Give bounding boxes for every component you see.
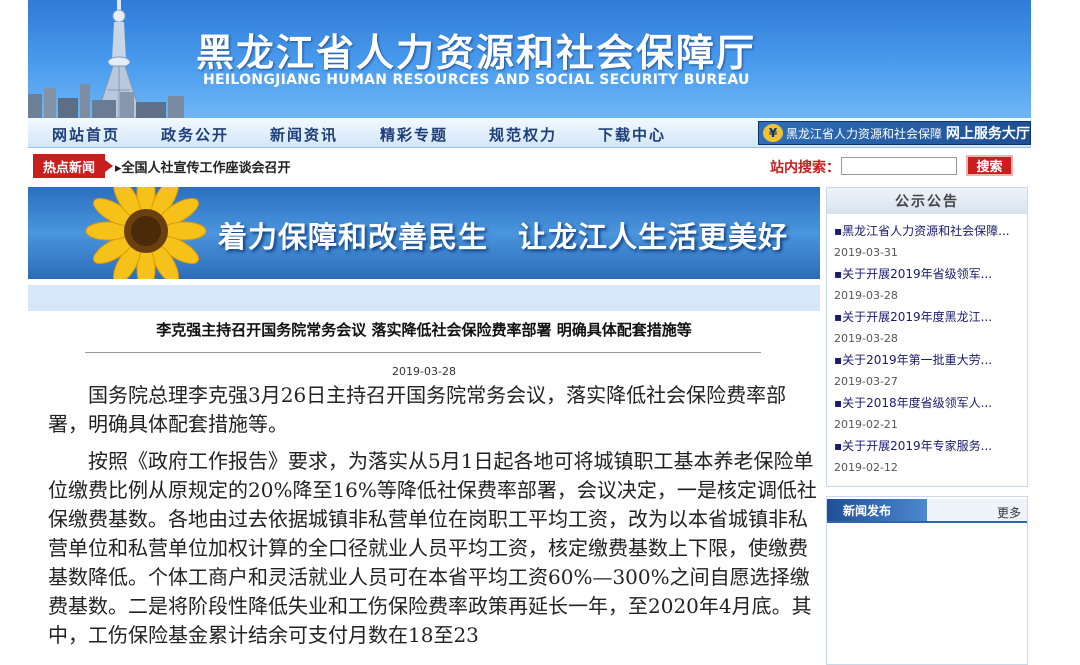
main-nav: 网站首页 政务公开 新闻资讯 精彩专题 规范权力 下载中心 ¥ 黑龙江省人力资源…: [28, 118, 1031, 148]
notice-date: 2019-03-28: [834, 332, 898, 345]
notice-item: ▪关于2019年第一批重大劳... 2019-03-27: [834, 351, 1026, 394]
notice-link[interactable]: ▪关于2019年第一批重大劳...: [834, 351, 1026, 369]
title-divider: [85, 352, 761, 353]
notice-link[interactable]: ▪关于开展2019年省级领军...: [834, 265, 1026, 283]
notice-item: ▪关于开展2019年专家服务... 2019-02-12: [834, 437, 1026, 480]
nav-government-affairs[interactable]: 政务公开: [161, 124, 229, 145]
search-label: 站内搜索：: [770, 160, 840, 176]
search-button[interactable]: 搜索: [966, 155, 1013, 176]
notice-header: 公示公告: [827, 188, 1027, 214]
notice-title: 公示公告: [895, 194, 959, 210]
online-service-hall-link[interactable]: ¥ 黑龙江省人力资源和社会保障 网上服务大厅: [758, 121, 1031, 145]
nav-download-center[interactable]: 下载中心: [598, 124, 666, 145]
notice-date: 2019-02-12: [834, 461, 898, 474]
notice-date: 2019-03-27: [834, 375, 898, 388]
service-hall-bold: 网上服务大厅: [945, 126, 1030, 142]
site-title: 黑龙江省人力资源和社会保障厅: [196, 31, 757, 75]
article-paragraph: 国务院总理李克强3月26日主持召开国务院常务会议，落实降低社会保险费率部署，明确…: [48, 383, 787, 436]
service-hall-label: 黑龙江省人力资源和社会保障 网上服务大厅: [786, 123, 1030, 143]
notice-list: ▪黑龙江省人力资源和社会保障... 2019-03-31 ▪关于开展2019年省…: [834, 222, 1026, 480]
news-release-tab[interactable]: 新闻发布: [827, 499, 927, 521]
notice-date: 2019-03-28: [834, 289, 898, 302]
article-header-bar: [28, 285, 820, 311]
notice-item: ▪关于2018年度省级领军人... 2019-02-21: [834, 394, 1026, 437]
nav-home[interactable]: 网站首页: [52, 124, 120, 145]
page-root: 黑龙江省人力资源和社会保障厅 HEILONGJIANG HUMAN RESOUR…: [0, 0, 1080, 665]
more-link[interactable]: 更多: [997, 504, 1021, 521]
article-title: 李克强主持召开国务院常务会议 落实降低社会保险费率部署 明确具体配套措施等: [156, 321, 692, 339]
notice-item: ▪黑龙江省人力资源和社会保障... 2019-03-31: [834, 222, 1026, 265]
service-hall-prefix: 黑龙江省人力资源和社会保障: [786, 127, 943, 141]
nav-special-topics[interactable]: 精彩专题: [380, 124, 448, 145]
bureau-logo-icon: ¥: [763, 124, 783, 142]
hot-news-label: 热点新闻: [33, 154, 113, 178]
notice-item: ▪关于开展2019年度黑龙江... 2019-03-28: [834, 308, 1026, 351]
notice-panel: 公示公告 ▪黑龙江省人力资源和社会保障... 2019-03-31 ▪关于开展2…: [826, 187, 1028, 487]
notice-link[interactable]: ▪黑龙江省人力资源和社会保障...: [834, 222, 1026, 240]
news-release-panel: 新闻发布 更多: [826, 496, 1028, 665]
news-release-header: 新闻发布 更多: [827, 499, 1027, 523]
notice-link[interactable]: ▪关于开展2019年专家服务...: [834, 437, 1026, 455]
notice-date: 2019-03-31: [834, 246, 898, 259]
slogan-text: 着力保障和改善民生 让龙江人生活更美好: [218, 220, 789, 254]
nav-news[interactable]: 新闻资讯: [270, 124, 338, 145]
site-title-english: HEILONGJIANG HUMAN RESOURCES AND SOCIAL …: [203, 72, 750, 88]
article-date: 2019-03-28: [392, 365, 456, 378]
notice-link[interactable]: ▪关于开展2019年度黑龙江...: [834, 308, 1026, 326]
slogan-banner: 着力保障和改善民生 让龙江人生活更美好: [28, 187, 820, 279]
nav-regulate-power[interactable]: 规范权力: [489, 124, 557, 145]
notice-link[interactable]: ▪关于2018年度省级领军人...: [834, 394, 1026, 412]
header-banner: 黑龙江省人力资源和社会保障厅 HEILONGJIANG HUMAN RESOUR…: [28, 0, 1031, 118]
search-input[interactable]: [841, 157, 957, 175]
hot-news-link[interactable]: ▸全国人社宣传工作座谈会召开: [115, 157, 291, 176]
article-paragraph: 按照《政府工作报告》要求，为落实从5月1日起各地可将城镇职工基本养老保险单位缴费…: [48, 449, 817, 647]
city-skyline-icon: [28, 84, 184, 118]
notice-item: ▪关于开展2019年省级领军... 2019-03-28: [834, 265, 1026, 308]
notice-date: 2019-02-21: [834, 418, 898, 431]
sunflower-icon: [85, 187, 207, 279]
